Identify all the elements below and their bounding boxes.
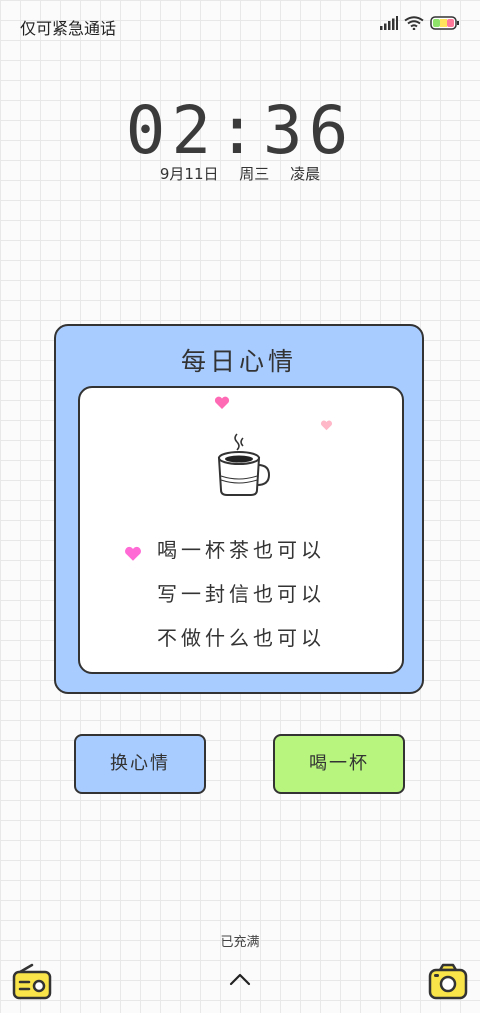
- heart-icon: [214, 396, 230, 409]
- charging-status: 已充满: [220, 935, 260, 950]
- status-bar: 仅可紧急通话: [0, 0, 480, 50]
- daily-mood-card: 每日心情 喝一杯茶也可以 写一封信也可以 不做什么也可以: [54, 324, 424, 694]
- mood-line: 写一封信也可以: [157, 582, 325, 606]
- date-text: 9月11日: [159, 165, 219, 183]
- status-icons: [380, 16, 460, 30]
- mood-panel: 喝一杯茶也可以 写一封信也可以 不做什么也可以: [78, 386, 404, 674]
- wifi-icon: [404, 16, 424, 30]
- signal-icon: [380, 16, 398, 30]
- weekday-text: 周三: [239, 165, 270, 183]
- have-a-drink-button[interactable]: 喝一杯: [273, 734, 405, 794]
- radio-icon[interactable]: [12, 962, 52, 1002]
- mood-lines: 喝一杯茶也可以 写一封信也可以 不做什么也可以: [80, 528, 402, 660]
- heart-icon: [320, 420, 333, 431]
- battery-icon: [430, 16, 459, 30]
- change-mood-button[interactable]: 换心情: [74, 734, 206, 794]
- carrier-text: 仅可紧急通话: [20, 19, 117, 38]
- card-title: 每日心情: [180, 347, 297, 376]
- coffee-cup-icon: [217, 433, 271, 496]
- mood-line: 不做什么也可以: [157, 626, 325, 650]
- camera-icon[interactable]: [428, 962, 468, 1002]
- period-text: 凌晨: [290, 165, 321, 183]
- mood-line: 喝一杯茶也可以: [157, 538, 325, 562]
- lockscreen-clock: 02:36: [125, 92, 355, 169]
- chevron-up-icon[interactable]: [228, 972, 252, 986]
- lockscreen-date: 9月11日 周三 凌晨: [0, 163, 480, 184]
